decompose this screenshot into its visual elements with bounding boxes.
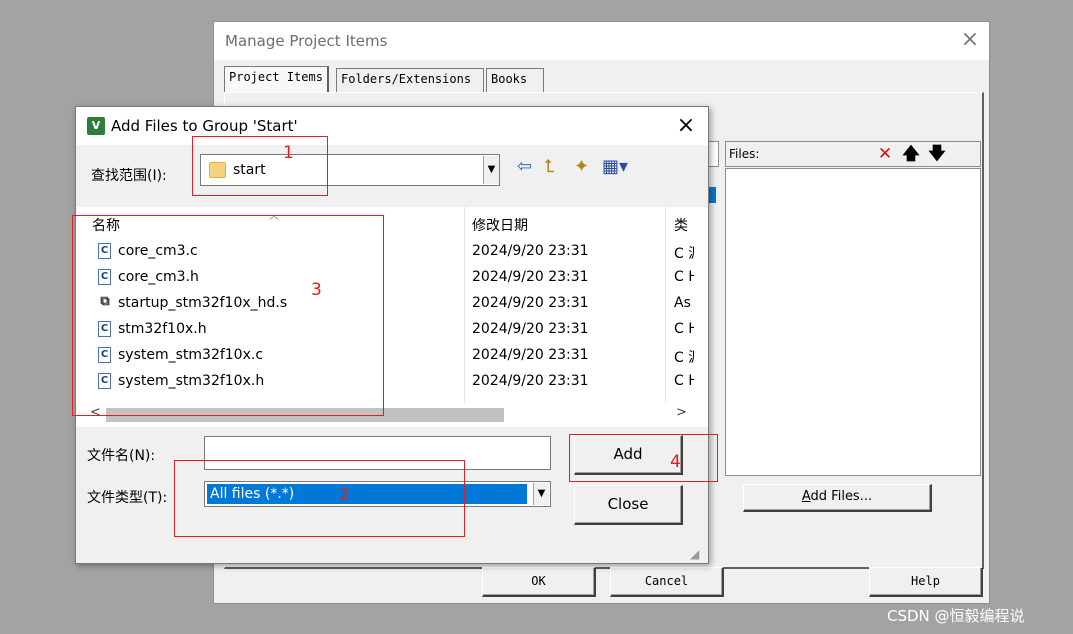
up-folder-icon[interactable]: ⮤ bbox=[544, 157, 555, 177]
add-files-label: dd Files... bbox=[810, 489, 873, 504]
ok-button[interactable]: OK bbox=[482, 567, 596, 597]
annotation-number: 1 bbox=[283, 143, 294, 163]
file-type: C 源 bbox=[674, 246, 694, 262]
back-arrow-icon[interactable]: ⇦ bbox=[517, 157, 532, 177]
new-folder-icon[interactable]: ✦ bbox=[574, 157, 589, 177]
tab-project-items[interactable]: Project Items bbox=[224, 66, 329, 93]
add-files-titlebar: V Add Files to Group 'Start' × bbox=[76, 107, 708, 145]
watermark: CSDN @恒毅编程说 bbox=[887, 607, 1025, 625]
annotation-number: 4 bbox=[670, 452, 681, 472]
file-type: C H bbox=[674, 373, 694, 389]
tab-folders-extensions[interactable]: Folders/Extensions bbox=[336, 68, 484, 92]
file-type-label: 文件类型(T): bbox=[87, 490, 168, 506]
scroll-right-icon[interactable]: > bbox=[676, 405, 687, 420]
add-files-button[interactable]: Add Files... bbox=[743, 484, 932, 512]
file-type: C H bbox=[674, 269, 694, 285]
files-header: Files: ✕ 🡅 🡇 bbox=[725, 141, 981, 167]
chevron-down-icon[interactable]: ▼ bbox=[533, 483, 549, 505]
delete-icon[interactable]: ✕ bbox=[874, 144, 896, 164]
move-down-icon[interactable]: 🡇 bbox=[926, 144, 948, 164]
file-name-label: 文件名(N): bbox=[87, 448, 156, 464]
add-files-dialog-title: Add Files to Group 'Start' bbox=[111, 117, 298, 135]
file-type: C 源 bbox=[674, 350, 694, 366]
annotation-box-file-type bbox=[174, 460, 465, 537]
manage-close-icon[interactable]: × bbox=[959, 28, 981, 52]
annotation-box-file-list bbox=[72, 215, 384, 416]
annotation-box-add bbox=[569, 434, 718, 482]
column-header-date[interactable]: 修改日期 bbox=[472, 215, 528, 235]
resize-grip-icon[interactable]: ◢ bbox=[690, 547, 706, 563]
file-type: C H bbox=[674, 321, 694, 337]
tab-books[interactable]: Books bbox=[486, 68, 544, 92]
groups-list-selection bbox=[709, 187, 716, 203]
file-date: 2024/9/20 23:31 bbox=[472, 321, 589, 337]
close-button[interactable]: Close bbox=[574, 485, 683, 525]
help-button[interactable]: Help bbox=[869, 567, 983, 597]
move-up-icon[interactable]: 🡅 bbox=[900, 144, 922, 164]
chevron-down-icon[interactable]: ▼ bbox=[483, 156, 499, 184]
annotation-box-look-in bbox=[192, 136, 328, 196]
manage-dialog-title: Manage Project Items bbox=[225, 32, 388, 50]
look-in-label: 查找范围(I): bbox=[91, 168, 167, 184]
file-date: 2024/9/20 23:31 bbox=[472, 243, 589, 259]
file-date: 2024/9/20 23:31 bbox=[472, 295, 589, 311]
cancel-button[interactable]: Cancel bbox=[610, 567, 724, 597]
groups-list-edge bbox=[709, 141, 719, 167]
annotation-number: 3 bbox=[311, 280, 322, 300]
files-list[interactable] bbox=[725, 168, 981, 476]
add-files-mnemonic: A bbox=[801, 489, 811, 504]
file-date: 2024/9/20 23:31 bbox=[472, 347, 589, 363]
file-date: 2024/9/20 23:31 bbox=[472, 269, 589, 285]
column-header-type[interactable]: 类 bbox=[674, 215, 694, 235]
add-files-close-icon[interactable]: × bbox=[674, 113, 698, 139]
view-menu-icon[interactable]: ▦▾ bbox=[602, 157, 628, 177]
file-type: As bbox=[674, 295, 691, 311]
keil-app-icon: V bbox=[87, 117, 105, 135]
annotation-number: 2 bbox=[339, 485, 350, 505]
files-label: Files: bbox=[729, 147, 760, 161]
manage-titlebar: Manage Project Items × bbox=[214, 22, 989, 60]
file-date: 2024/9/20 23:31 bbox=[472, 373, 589, 389]
